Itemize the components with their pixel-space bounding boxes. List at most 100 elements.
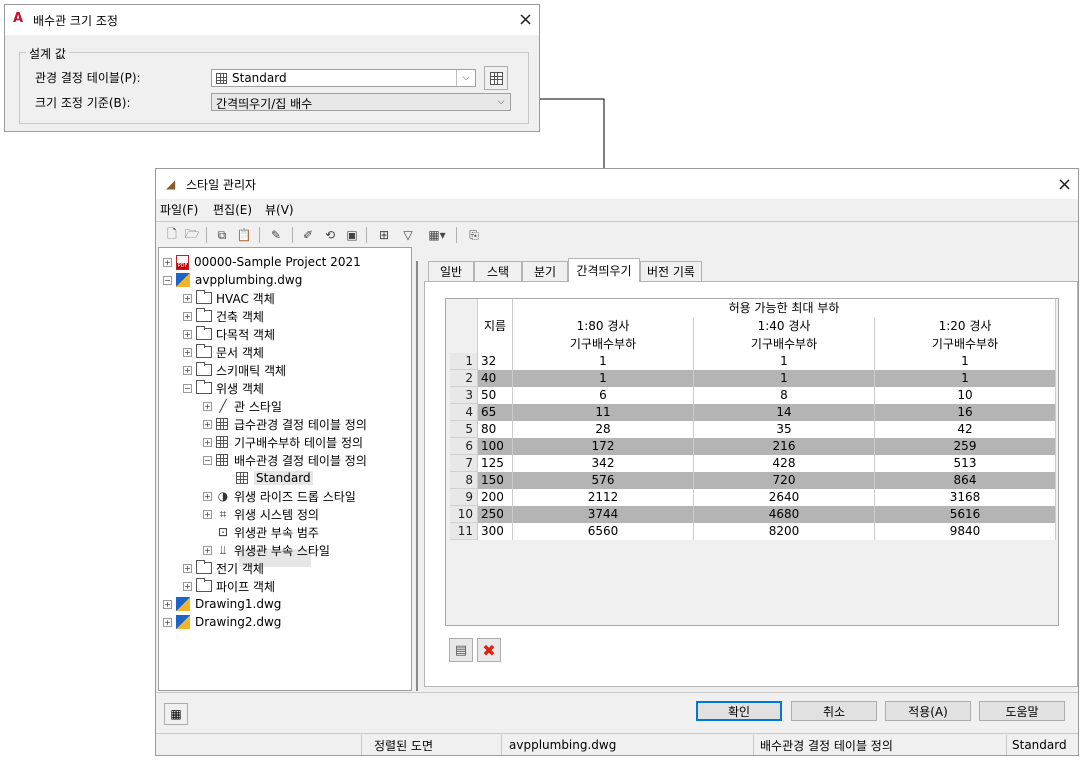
tree-node-electrical[interactable]: + 전기 객체	[183, 559, 264, 577]
load-cell-1-40[interactable]: 216	[693, 437, 875, 455]
size-cell[interactable]: 250	[477, 505, 513, 523]
close-icon[interactable]: ×	[1057, 176, 1072, 194]
load-cell-1-20[interactable]: 864	[874, 471, 1056, 489]
load-cell-1-40[interactable]: 4680	[693, 505, 875, 523]
load-cell-1-20[interactable]: 16	[874, 403, 1056, 421]
table-row[interactable]: 1 32 1 1 1	[450, 353, 1056, 370]
size-cell[interactable]: 125	[477, 454, 513, 472]
load-cell-1-80[interactable]: 2112	[512, 488, 694, 506]
table-row[interactable]: 7 125 342 428 513	[450, 454, 1056, 472]
load-cell-1-40[interactable]: 1	[693, 369, 875, 387]
purge-icon[interactable]: ✎	[268, 227, 284, 243]
load-cell-1-20[interactable]: 42	[874, 420, 1056, 438]
size-cell[interactable]: 300	[477, 522, 513, 540]
tree-node-plumbing[interactable]: − 위생 객체	[183, 379, 264, 397]
load-cell-1-80[interactable]: 28	[512, 420, 694, 438]
load-cell-1-40[interactable]: 8200	[693, 522, 875, 540]
view-options-icon[interactable]: ▦▾	[424, 227, 450, 243]
size-cell[interactable]: 200	[477, 488, 513, 506]
tab-general[interactable]: 일반	[428, 261, 474, 281]
load-cell-1-40[interactable]: 720	[693, 471, 875, 489]
tab-branch[interactable]: 분기	[522, 261, 568, 281]
tree-node-rise-drop[interactable]: + ◑ 위생 라이즈 드롭 스타일	[203, 487, 356, 505]
table-row[interactable]: 9 200 2112 2640 3168	[450, 488, 1056, 506]
menu-view[interactable]: 뷰(V)	[265, 201, 294, 218]
tree-node-supply-sizing[interactable]: + 급수관경 결정 테이블 정의	[203, 415, 367, 433]
paste-icon[interactable]: 📋	[236, 227, 252, 243]
size-cell[interactable]: 65	[477, 403, 513, 421]
tree-node-architectural[interactable]: + 건축 객체	[183, 307, 264, 325]
load-cell-1-40[interactable]: 1	[693, 353, 875, 370]
load-cell-1-40[interactable]: 2640	[693, 488, 875, 506]
tree-node-standard[interactable]: Standard	[223, 469, 313, 487]
size-cell[interactable]: 150	[477, 471, 513, 489]
tree-node-project[interactable]: +00000-Sample Project 2021	[163, 253, 361, 271]
menu-edit[interactable]: 편집(E)	[213, 201, 252, 218]
tree-node-avpplumbing[interactable]: − avpplumbing.dwg	[163, 271, 302, 289]
table-browse-button[interactable]	[484, 66, 508, 90]
load-cell-1-80[interactable]: 6560	[512, 522, 694, 540]
load-cell-1-20[interactable]: 1	[874, 369, 1056, 387]
load-cell-1-20[interactable]: 5616	[874, 505, 1056, 523]
sizing-table-select[interactable]: Standard ⌵	[211, 69, 476, 87]
style-tree[interactable]: +00000-Sample Project 2021 − avpplumbing.…	[158, 247, 412, 691]
load-cell-1-20[interactable]: 1	[874, 353, 1056, 370]
tree-node-fitting-category[interactable]: ⊡ 위생관 부속 범주	[203, 523, 319, 541]
load-cell-1-20[interactable]: 513	[874, 454, 1056, 472]
load-cell-1-80[interactable]: 6	[512, 386, 694, 404]
filter-icon[interactable]: ▽	[400, 227, 416, 243]
add-row-button[interactable]: ▤	[449, 638, 473, 662]
help-button[interactable]: 도움말	[979, 701, 1065, 721]
ok-button[interactable]: 확인	[696, 701, 782, 721]
tab-version-history[interactable]: 버전 기록	[640, 261, 702, 281]
toggle-view-icon[interactable]: ⊞	[376, 227, 392, 243]
load-cell-1-20[interactable]: 3168	[874, 488, 1056, 506]
tree-node-schematic[interactable]: + 스키매틱 객체	[183, 361, 286, 379]
load-cell-1-80[interactable]: 11	[512, 403, 694, 421]
table-row[interactable]: 5 80 28 35 42	[450, 420, 1056, 438]
load-cell-1-40[interactable]: 8	[693, 386, 875, 404]
tree-node-drain-sizing[interactable]: − 배수관경 결정 테이블 정의	[203, 451, 367, 469]
load-cell-1-80[interactable]: 1	[512, 353, 694, 370]
tab-stack[interactable]: 스택	[474, 261, 522, 281]
table-row[interactable]: 3 50 6 8 10	[450, 386, 1056, 404]
load-cell-1-20[interactable]: 10	[874, 386, 1056, 404]
load-cell-1-80[interactable]: 3744	[512, 505, 694, 523]
standards-icon[interactable]: ▣	[344, 227, 360, 243]
load-cell-1-80[interactable]: 342	[512, 454, 694, 472]
view-toggle-button[interactable]: ▦	[164, 703, 188, 725]
load-cell-1-80[interactable]: 576	[512, 471, 694, 489]
tree-node-documentation[interactable]: + 문서 객체	[183, 343, 264, 361]
tree-node-drawing2[interactable]: + Drawing2.dwg	[163, 613, 281, 631]
table-row[interactable]: 6 100 172 216 259	[450, 437, 1056, 455]
tree-node-fixture-unit[interactable]: + 기구배수부하 테이블 정의	[203, 433, 363, 451]
size-cell[interactable]: 100	[477, 437, 513, 455]
tree-node-drawing1[interactable]: + Drawing1.dwg	[163, 595, 281, 613]
table-row[interactable]: 11 300 6560 8200 9840	[450, 522, 1056, 540]
sizing-basis-select[interactable]: 간격띄우기/집 배수 ⌵	[211, 93, 511, 111]
edit-style-icon[interactable]: ✐	[300, 227, 316, 243]
table-row[interactable]: 8 150 576 720 864	[450, 471, 1056, 489]
sizing-grid[interactable]: 허용 가능한 최대 부하 지름 1:80 경사 1:40 경사 1:20 경사 …	[445, 298, 1059, 626]
load-cell-1-80[interactable]: 1	[512, 369, 694, 387]
tree-node-pipe-style[interactable]: + ╱ 관 스타일	[203, 397, 282, 415]
inline-edit-icon[interactable]: ⎘	[466, 227, 482, 243]
load-cell-1-40[interactable]: 14	[693, 403, 875, 421]
tree-node-fitting-style[interactable]: + ⫫ 위생관 부속 스타일	[203, 541, 330, 559]
table-row[interactable]: 10 250 3744 4680 5616	[450, 505, 1056, 523]
tree-node-hvac[interactable]: + HVAC 객체	[183, 289, 275, 307]
tree-node-piping[interactable]: + 파이프 객체	[183, 577, 275, 595]
tab-offset[interactable]: 간격띄우기	[568, 258, 640, 282]
load-cell-1-80[interactable]: 172	[512, 437, 694, 455]
table-row[interactable]: 4 65 11 14 16	[450, 403, 1056, 421]
close-icon[interactable]: ×	[518, 11, 533, 29]
menu-file[interactable]: 파일(F)	[160, 201, 198, 218]
size-cell[interactable]: 50	[477, 386, 513, 404]
new-icon[interactable]: 🗋	[164, 227, 180, 243]
size-cell[interactable]: 80	[477, 420, 513, 438]
synchronize-icon[interactable]: ⟲	[322, 227, 338, 243]
size-cell[interactable]: 32	[477, 353, 513, 370]
load-cell-1-40[interactable]: 35	[693, 420, 875, 438]
load-cell-1-40[interactable]: 428	[693, 454, 875, 472]
load-cell-1-20[interactable]: 259	[874, 437, 1056, 455]
